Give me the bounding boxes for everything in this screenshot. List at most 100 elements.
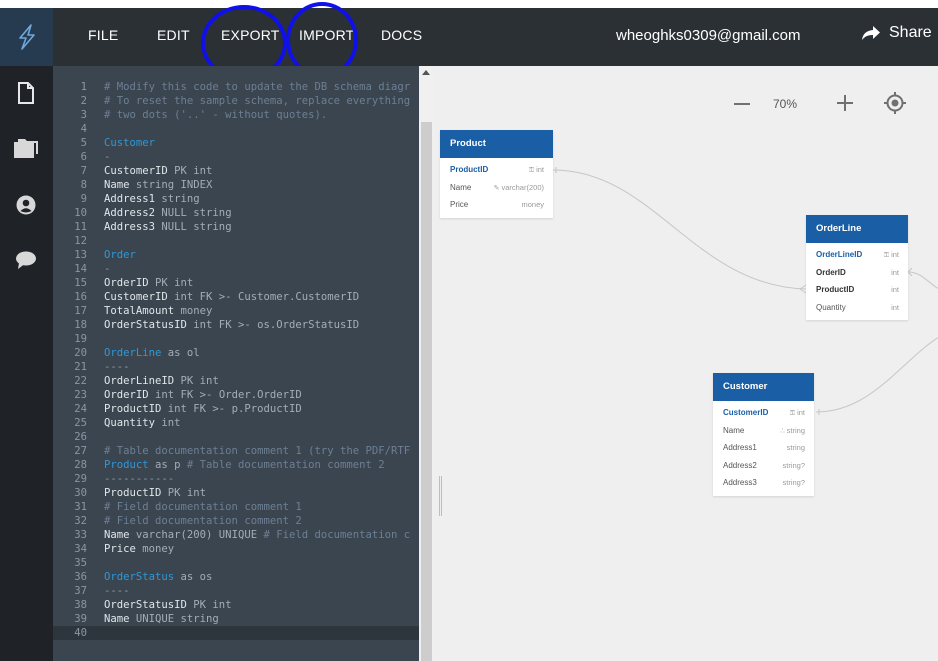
code-line[interactable]: 3 # two dots ('..' - without quotes). — [53, 108, 419, 122]
code-line[interactable]: 21 ---- — [53, 360, 419, 374]
table-product[interactable]: Product ProductID ⚿ int Name ✎ varchar(200) Pri… — [440, 130, 553, 218]
share-icon — [862, 26, 880, 40]
field-name: Price — [450, 200, 469, 209]
code-token-type: int FK >- os.OrderStatusID — [186, 319, 360, 331]
share-button[interactable]: Share — [861, 24, 932, 42]
code-token: OrderID — [104, 277, 149, 289]
code-token: CustomerID — [104, 165, 168, 177]
editor-scrollbar[interactable] — [419, 66, 434, 661]
code-line[interactable]: 32 # Field documentation comment 2 — [53, 514, 419, 528]
line-number: 34 — [74, 543, 87, 555]
line-text: Name string INDEX — [104, 178, 212, 192]
code-line[interactable]: 35 — [53, 556, 419, 570]
zoom-out-button[interactable] — [734, 103, 750, 105]
code-line[interactable]: 38 OrderStatusID PK int — [53, 598, 419, 612]
zoom-in-button[interactable] — [837, 95, 853, 111]
line-number: 15 — [74, 277, 87, 289]
table-field-row[interactable]: ProductID int — [806, 281, 908, 299]
diagram-canvas[interactable]: 70% Product ProductID ⚿ int Name ✎ varchar(200… — [434, 66, 938, 661]
table-orderline[interactable]: OrderLine OrderLineID ⚿ int OrderID int Produc… — [806, 215, 908, 320]
table-title: Product — [440, 130, 553, 158]
code-line[interactable]: 10 Address2 NULL string — [53, 206, 419, 220]
code-line[interactable]: 5 Customer — [53, 136, 419, 150]
code-line[interactable]: 36 OrderStatus as os — [53, 570, 419, 584]
code-line[interactable]: 27 # Table documentation comment 1 (try t… — [53, 444, 419, 458]
field-type: string? — [782, 457, 805, 475]
code-line[interactable]: 4 — [53, 122, 419, 136]
sidebar-item-account[interactable] — [12, 191, 40, 219]
code-line[interactable]: 40 — [53, 626, 419, 640]
locate-icon[interactable] — [884, 92, 906, 114]
line-text: Price money — [104, 542, 174, 556]
table-field-row[interactable]: CustomerID ⚿ int — [713, 404, 814, 422]
table-customer[interactable]: Customer CustomerID ⚿ int Name ∴ string Address… — [713, 373, 814, 496]
table-field-row[interactable]: ProductID ⚿ int — [440, 161, 553, 179]
code-line[interactable]: 24 ProductID int FK >- p.ProductID — [53, 402, 419, 416]
code-line[interactable]: 18 OrderStatusID int FK >- os.OrderStatus… — [53, 318, 419, 332]
code-editor[interactable]: 1 # Modify this code to update the DB sch… — [53, 66, 419, 661]
code-line[interactable]: 14 - — [53, 262, 419, 276]
code-token-type: UNIQUE string — [129, 613, 219, 625]
line-number: 19 — [74, 333, 87, 345]
code-line[interactable]: 22 OrderLineID PK int — [53, 374, 419, 388]
logo[interactable] — [0, 8, 53, 66]
sidebar-item-chat[interactable] — [12, 246, 40, 274]
code-line[interactable]: 31 # Field documentation comment 1 — [53, 500, 419, 514]
menu-import[interactable]: IMPORT — [299, 27, 354, 43]
line-number: 18 — [74, 319, 87, 331]
code-line[interactable]: 25 Quantity int — [53, 416, 419, 430]
field-type-label: string? — [782, 478, 805, 487]
line-number: 37 — [74, 585, 87, 597]
line-number: 24 — [74, 403, 87, 415]
code-line[interactable]: 33 Name varchar(200) UNIQUE # Field docum… — [53, 528, 419, 542]
code-line[interactable]: 6- — [53, 150, 419, 164]
user-email[interactable]: wheoghks0309@gmail.com — [616, 27, 801, 44]
table-field-row[interactable]: Name ∴ string — [713, 422, 814, 440]
code-line[interactable]: 30 ProductID PK int — [53, 486, 419, 500]
code-line[interactable]: 15 OrderID PK int — [53, 276, 419, 290]
code-line[interactable]: 29 ----------- — [53, 472, 419, 486]
line-number: 9 — [80, 193, 87, 205]
code-line[interactable]: 39 Name UNIQUE string — [53, 612, 419, 626]
folder-icon — [14, 139, 38, 158]
code-line[interactable]: 16 CustomerID int FK >- Customer.Customer… — [53, 290, 419, 304]
code-line[interactable]: 11 Address3 NULL string — [53, 220, 419, 234]
menu-file[interactable]: FILE — [88, 27, 118, 43]
scroll-up-arrow-icon[interactable] — [422, 70, 430, 75]
code-line[interactable]: 37 ---- — [53, 584, 419, 598]
code-line[interactable]: 26 — [53, 430, 419, 444]
table-field-row[interactable]: Quantity int — [806, 299, 908, 317]
code-line[interactable]: 7 CustomerID PK int — [53, 164, 419, 178]
code-line[interactable]: 19 — [53, 332, 419, 346]
code-line[interactable]: 28 Product as p # Table documentation com… — [53, 458, 419, 472]
table-field-row[interactable]: Price money — [440, 196, 553, 214]
code-line[interactable]: 17 TotalAmount money — [53, 304, 419, 318]
sidebar-item-folders[interactable] — [12, 134, 40, 162]
table-field-row[interactable]: Address1 string — [713, 439, 814, 457]
menu-edit[interactable]: EDIT — [157, 27, 190, 43]
code-line[interactable]: 8 Name string INDEX — [53, 178, 419, 192]
table-field-row[interactable]: Address2 string? — [713, 457, 814, 475]
table-field-row[interactable]: OrderLineID ⚿ int — [806, 246, 908, 264]
code-line[interactable]: 1 # Modify this code to update the DB sch… — [53, 80, 419, 94]
table-field-row[interactable]: Name ✎ varchar(200) — [440, 179, 553, 197]
line-text: # two dots ('..' - without quotes). — [104, 108, 327, 122]
top-edge — [0, 0, 938, 8]
line-text: - — [104, 150, 110, 164]
code-line[interactable]: 9 Address1 string — [53, 192, 419, 206]
code-line[interactable]: 13 Order — [53, 248, 419, 262]
menu-docs[interactable]: DOCS — [381, 27, 422, 43]
menu-export[interactable]: EXPORT — [221, 27, 280, 43]
code-line[interactable]: 2 # To reset the sample schema, replace e… — [53, 94, 419, 108]
code-line[interactable]: 23 OrderID int FK >- Order.OrderID — [53, 388, 419, 402]
code-line[interactable]: 12 — [53, 234, 419, 248]
index-icon: ∴ — [780, 427, 785, 435]
table-field-row[interactable]: Address3 string? — [713, 474, 814, 492]
pane-splitter-handle[interactable] — [439, 476, 442, 516]
table-field-row[interactable]: OrderID int — [806, 264, 908, 282]
scrollbar-thumb[interactable] — [421, 122, 432, 661]
line-text: OrderStatusID PK int — [104, 598, 232, 612]
code-line[interactable]: 20 OrderLine as ol — [53, 346, 419, 360]
code-line[interactable]: 34 Price money — [53, 542, 419, 556]
sidebar-item-documents[interactable] — [12, 79, 40, 107]
